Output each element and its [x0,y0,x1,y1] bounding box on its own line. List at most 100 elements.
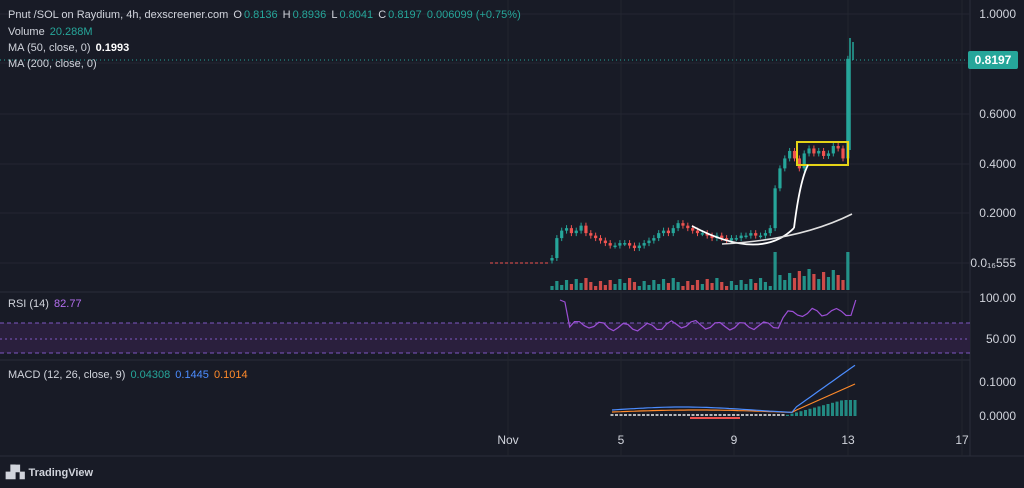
volume-bar [734,285,738,290]
volume-bar [647,285,651,290]
ma50-legend: MA (50, close, 0) 0.1993 [8,42,131,54]
volume-bar [637,286,641,290]
candle [560,230,564,239]
volume-bar [802,276,806,290]
volume-bar [555,281,559,290]
low-value: 0.8041 [339,9,374,21]
rsi-label: RSI (14) [8,298,49,310]
macd-histogram-bar [673,414,677,416]
macd-histogram-bar [696,414,699,416]
breakout-curve [793,164,809,229]
high-label: H [282,9,291,21]
tradingview-logo: ▟▚ TradingView [6,465,93,479]
candle [792,150,797,159]
macd-histogram-bar [682,414,686,416]
volume-bar [691,285,695,290]
macd-histogram-bar [799,411,803,416]
candle [744,235,748,238]
macd-histogram-bar [718,414,722,416]
macd-histogram-bar [642,414,645,416]
macd-hist-value: 0.1014 [213,369,248,381]
candle [555,238,559,259]
candle [700,233,704,235]
volume-bar [681,286,685,290]
ohlc-legend: Pnut /SOL on Raydium, 4h, dexscreener.co… [8,9,523,21]
candle [836,145,840,149]
price-tick-label: 1.0000 [979,7,1016,21]
macd-histogram-bar [781,414,785,416]
volume-bar [623,283,627,290]
candle [652,238,656,241]
macd-histogram-bar [678,414,681,416]
volume-bar [749,279,753,290]
macd-histogram-bar [853,400,857,416]
volume-label: Volume [8,26,45,38]
candle [681,223,685,226]
volume-bar [589,282,593,290]
volume-bar [783,280,787,290]
volume-bar [569,284,573,290]
x-tick-label: Nov [497,433,518,447]
tradingview-icon: ▟▚ [6,465,25,479]
volume-bar [841,280,845,290]
volume-bar [550,286,554,290]
candle [826,153,831,156]
macd-histogram-bar [619,414,623,416]
candle [613,245,617,248]
macd-histogram-bar [768,414,771,416]
volume-bar [676,282,680,290]
candle [797,158,801,169]
chart-canvas[interactable]: 1.0000 0.6000 0.4000 0.2000 0.0₁₆555 Nov 5 9 13 1… [0,0,1024,488]
volume-bar [628,278,632,290]
macd-histogram-bar [808,408,812,416]
macd-histogram-bar [822,405,825,416]
candle [802,153,806,169]
macd-histogram-bar [777,414,780,416]
volume-bar [594,286,598,290]
candle [564,228,569,231]
macd-histogram-bar [813,407,816,416]
macd-histogram-bar [759,414,762,416]
macd-histogram-bar [817,406,821,416]
volume-bar [574,279,578,290]
volume-bar [652,280,656,290]
volume-bar [598,281,603,290]
macd-tick-label: 0.0000 [979,409,1016,423]
macd-histogram-bar [714,414,717,416]
high-value: 0.8936 [292,9,327,21]
macd-tick-label: 0.1000 [979,375,1016,389]
volume-bar [657,284,661,290]
macd-histogram-bar [736,414,740,416]
rsi-legend: RSI (14) 82.77 [8,298,84,310]
ma50-value: 0.1993 [95,42,130,54]
volume-bar [642,281,646,290]
macd-histogram-bar [637,414,641,416]
candle [734,238,738,240]
volume-bar [632,282,637,290]
macd-label: MACD (12, 26, close, 9) [8,369,126,381]
macd-histogram-bar [687,414,690,416]
price-tick-label: 0.0₁₆555 [970,256,1016,270]
volume-bar [564,280,569,290]
macd-histogram-bar [804,410,807,416]
macd-histogram-bar [723,414,726,416]
candle [773,188,777,229]
macd-histogram-bar [849,400,852,416]
volume-bar [773,252,777,290]
candle [569,228,573,234]
price-tick-label: 0.6000 [979,107,1016,121]
candle [594,235,598,239]
macd-histogram-bar [790,413,794,416]
ma200-legend: MA (200, close, 0) [8,58,99,70]
volume-bar [661,279,666,290]
macd-histogram-bar [700,414,704,416]
candle [579,225,583,231]
candle [628,243,632,246]
volume-bar [763,282,767,290]
macd-histogram-bar [741,414,744,416]
candle [637,245,641,249]
volume-bar [671,278,675,290]
macd-histogram-bar [844,400,848,416]
candle [783,158,787,169]
volume-legend: Volume 20.288M [8,26,95,38]
